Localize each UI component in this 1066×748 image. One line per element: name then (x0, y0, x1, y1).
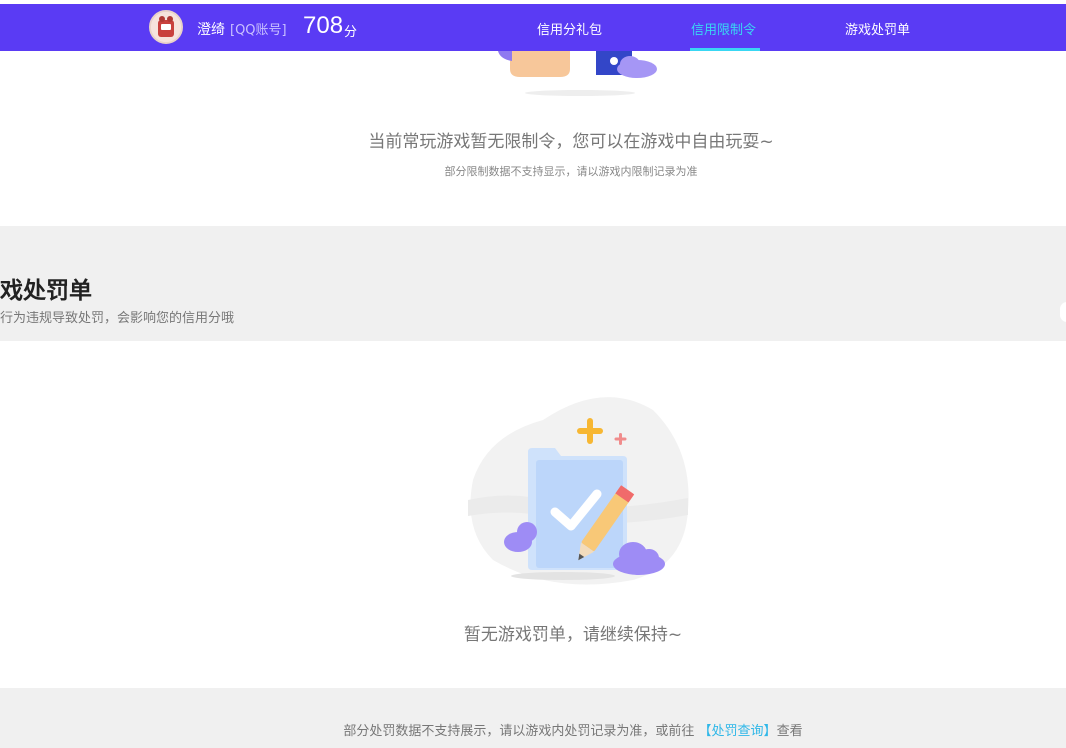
nav-tab-credit-gift[interactable]: 信用分礼包 (537, 19, 602, 38)
restriction-empty-message: 当前常玩游戏暂无限制令，您可以在游戏中自由玩耍~ (368, 132, 774, 152)
penalty-section-subtitle: 行为违规导致处罚，会影响您的信用分哦 (0, 311, 235, 326)
restriction-illustration (498, 51, 657, 96)
footer-text-after: 查看 (776, 724, 803, 739)
penalty-query-link[interactable]: 【处罚查询】 (699, 724, 777, 739)
scroll-handle[interactable] (1060, 302, 1066, 322)
credit-score-unit: 分 (344, 25, 358, 40)
credit-score: 708 (303, 12, 344, 39)
nav-tab-game-penalty[interactable]: 游戏处罚单 (845, 19, 910, 38)
account-type-label: [QQ账号] (230, 23, 287, 38)
no-penalty-illustration (468, 397, 689, 585)
restriction-note: 部分限制数据不支持显示，请以游戏内限制记录为准 (444, 165, 698, 178)
user-avatar[interactable] (149, 10, 183, 44)
footer (0, 688, 1066, 748)
avatar-image (151, 12, 181, 42)
footer-text-before: 部分处罚数据不支持展示，请以游戏内处罚记录为准，或前往 (343, 724, 699, 739)
footer-note: 部分处罚数据不支持展示，请以游戏内处罚记录为准，或前往 【处罚查询】查看 (0, 720, 1066, 739)
penalty-section-title: 戏处罚单 (0, 278, 92, 304)
nav-tab-credit-restriction[interactable]: 信用限制令 (691, 19, 756, 38)
top-nav-bar: 澄绮 [QQ账号] 708 分 信用分礼包 信用限制令 游戏处罚单 (0, 4, 1066, 51)
username: 澄绮 (197, 22, 225, 38)
active-tab-indicator (690, 48, 760, 51)
no-penalty-message: 暂无游戏罚单，请继续保持~ (463, 625, 683, 645)
